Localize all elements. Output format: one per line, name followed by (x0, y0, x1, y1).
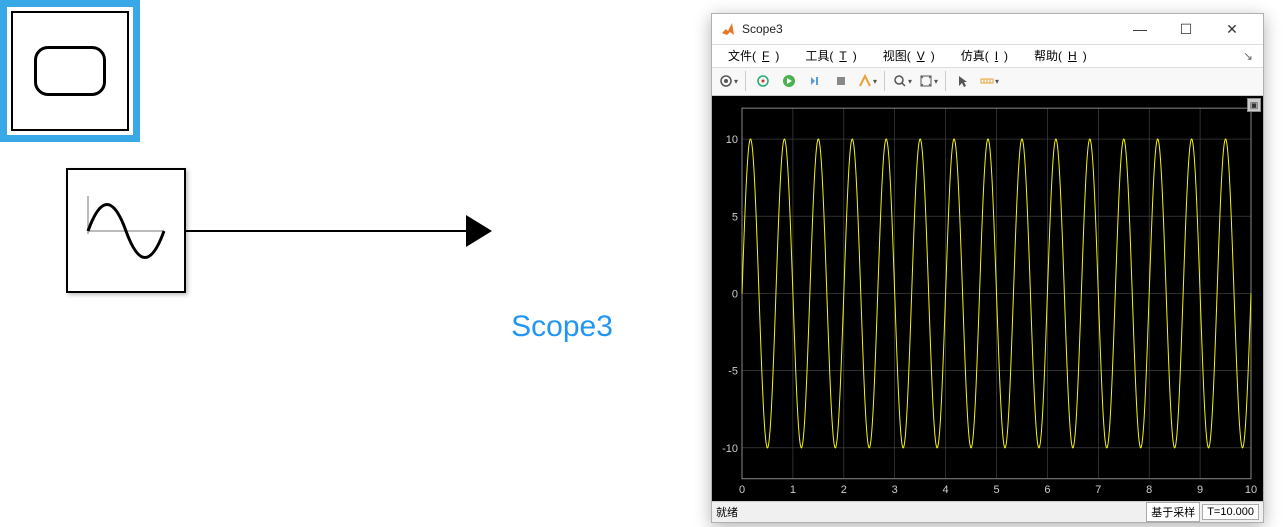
titlebar[interactable]: Scope3 — ☐ ✕ (712, 14, 1263, 45)
expand-plot-icon[interactable]: ▣ (1247, 98, 1261, 112)
svg-text:1: 1 (790, 484, 796, 496)
run-icon (781, 73, 797, 89)
menu-simulation-label: 仿真(I) (955, 47, 1014, 65)
measure-button[interactable]: ▾ (977, 69, 1001, 93)
statusbar: 就绪 基于采样 T=10.000 (712, 501, 1263, 522)
svg-text:3: 3 (892, 484, 898, 496)
scope-block-label[interactable]: Scope3 (492, 310, 632, 344)
menu-tools[interactable]: 工具(T) (793, 45, 868, 66)
menu-view[interactable]: 视图(V) (871, 45, 947, 66)
highlight-button[interactable]: ▾ (855, 69, 879, 93)
svg-text:2: 2 (841, 484, 847, 496)
step-button[interactable] (803, 69, 827, 93)
svg-text:7: 7 (1095, 484, 1101, 496)
menu-view-label: 视图(V) (877, 47, 941, 65)
cursor-button[interactable] (951, 69, 975, 93)
status-time: T=10.000 (1202, 504, 1259, 520)
sine-wave-icon (78, 186, 174, 276)
stop-button[interactable] (829, 69, 853, 93)
signal-line[interactable] (186, 230, 476, 232)
svg-text:5: 5 (993, 484, 999, 496)
minimize-button[interactable]: — (1117, 14, 1163, 44)
close-button[interactable]: ✕ (1209, 14, 1255, 44)
sine-wave-block[interactable] (66, 168, 186, 293)
autoscale-icon (918, 73, 934, 89)
scope-block[interactable] (0, 0, 140, 142)
menu-file[interactable]: 文件(F) (716, 45, 791, 66)
step-icon (807, 73, 823, 89)
toolbar: ▾ ▾ ▾ ▾ ▾ (712, 68, 1263, 96)
svg-text:6: 6 (1044, 484, 1050, 496)
run-button[interactable] (777, 69, 801, 93)
settings-button[interactable]: ▾ (716, 69, 740, 93)
status-sample: 基于采样 (1146, 502, 1200, 522)
svg-text:8: 8 (1146, 484, 1152, 496)
svg-text:0: 0 (739, 484, 745, 496)
highlight-icon (857, 73, 873, 89)
menu-file-label: 文件(F) (722, 47, 785, 65)
scope-plot[interactable]: 0 1 2 3 4 5 6 7 8 9 10 -10 -5 0 5 10 ▣ (712, 96, 1263, 501)
maximize-button[interactable]: ☐ (1163, 14, 1209, 44)
menu-simulation[interactable]: 仿真(I) (949, 45, 1020, 66)
svg-text:0: 0 (732, 288, 738, 300)
cursor-icon (955, 73, 971, 89)
svg-text:5: 5 (732, 211, 738, 223)
simulink-canvas[interactable]: Scope3 (0, 0, 700, 527)
menu-tools-label: 工具(T) (799, 47, 862, 65)
svg-text:-5: -5 (728, 366, 738, 378)
status-ready: 就绪 (716, 504, 1144, 520)
scope-window: Scope3 — ☐ ✕ 文件(F) 工具(T) 视图(V) 仿真(I) 帮助(… (711, 13, 1264, 523)
scope-screen-icon (34, 46, 106, 96)
zoom-button[interactable]: ▾ (890, 69, 914, 93)
menubar: 文件(F) 工具(T) 视图(V) 仿真(I) 帮助(H) ↘ (712, 45, 1263, 68)
signal-arrow-icon (466, 215, 492, 247)
measure-icon (979, 73, 995, 89)
matlab-icon (720, 21, 736, 37)
menu-help[interactable]: 帮助(H) (1022, 45, 1099, 66)
stop-icon (833, 73, 849, 89)
window-title: Scope3 (742, 22, 1117, 36)
svg-text:4: 4 (943, 484, 949, 496)
autoscale-button[interactable]: ▾ (916, 69, 940, 93)
svg-text:9: 9 (1197, 484, 1203, 496)
zoom-icon (892, 73, 908, 89)
find-signal-button[interactable] (751, 69, 775, 93)
menu-expand-icon[interactable]: ↘ (1237, 47, 1259, 65)
svg-text:-10: -10 (722, 443, 738, 455)
target-icon (755, 73, 771, 89)
svg-text:10: 10 (726, 134, 738, 146)
gear-icon (718, 73, 734, 89)
menu-help-label: 帮助(H) (1028, 47, 1093, 65)
svg-text:10: 10 (1245, 484, 1257, 496)
